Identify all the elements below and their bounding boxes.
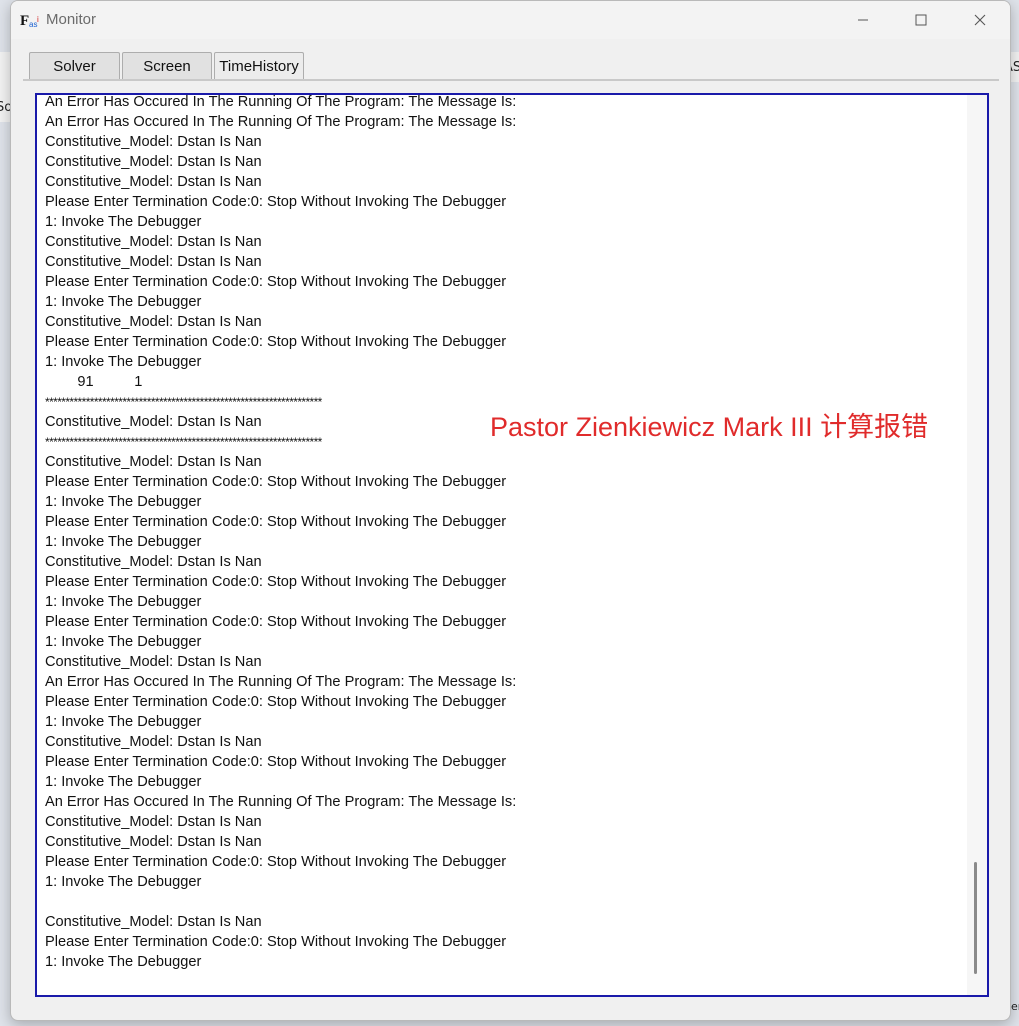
tab-timehistory[interactable]: TimeHistory	[214, 52, 304, 79]
console-line: An Error Has Occured In The Running Of T…	[45, 94, 517, 110]
console-line: Please Enter Termination Code:0: Stop Wi…	[45, 274, 507, 290]
console-line: 1: Invoke The Debugger	[45, 294, 202, 310]
console-line: 1: Invoke The Debugger	[45, 954, 202, 970]
console-lines: An Error Has Occured In The Running Of T…	[45, 94, 957, 972]
console-line: An Error Has Occured In The Running Of T…	[45, 674, 517, 690]
console-line: Please Enter Termination Code:0: Stop Wi…	[45, 694, 507, 710]
title-bar[interactable]: F as i Monitor	[11, 1, 1010, 39]
console-line: 1: Invoke The Debugger	[45, 494, 202, 510]
console-line: Constitutive_Model: Dstan Is Nan	[45, 234, 262, 250]
console-line: 1: Invoke The Debugger	[45, 594, 202, 610]
close-icon	[974, 14, 986, 26]
console-line: 1: Invoke The Debugger	[45, 354, 202, 370]
console-line: Please Enter Termination Code:0: Stop Wi…	[45, 614, 507, 630]
console-line: Please Enter Termination Code:0: Stop Wi…	[45, 334, 507, 350]
console-line: Please Enter Termination Code:0: Stop Wi…	[45, 854, 507, 870]
monitor-window: F as i Monitor Solver Screen TimeHistory…	[10, 0, 1011, 1021]
console-line: 1: Invoke The Debugger	[45, 534, 202, 550]
console-line: Constitutive_Model: Dstan Is Nan	[45, 814, 262, 830]
console-line: 1: Invoke The Debugger	[45, 874, 202, 890]
minimize-button[interactable]	[834, 1, 892, 39]
console-line: 1: Invoke The Debugger	[45, 774, 202, 790]
console-line: Please Enter Termination Code:0: Stop Wi…	[45, 754, 507, 770]
maximize-button[interactable]	[892, 1, 950, 39]
console-line: Constitutive_Model: Dstan Is Nan	[45, 654, 262, 670]
scrollbar-thumb[interactable]	[974, 862, 977, 974]
vertical-scrollbar[interactable]	[967, 95, 987, 995]
tab-solver[interactable]: Solver	[29, 52, 120, 79]
background-text-bottom-right: er	[1011, 1000, 1019, 1013]
console-line: Please Enter Termination Code:0: Stop Wi…	[45, 514, 507, 530]
error-annotation: Pastor Zienkiewicz Mark III 计算报错	[490, 412, 929, 442]
console-line: 1: Invoke The Debugger	[45, 634, 202, 650]
console-line: An Error Has Occured In The Running Of T…	[45, 794, 517, 810]
console-line: Constitutive_Model: Dstan Is Nan	[45, 154, 262, 170]
svg-text:F: F	[20, 13, 29, 29]
console-line: Constitutive_Model: Dstan Is Nan	[45, 254, 262, 270]
tab-screen[interactable]: Screen	[122, 52, 212, 79]
window-title: Monitor	[46, 11, 97, 28]
console-line: Constitutive_Model: Dstan Is Nan	[45, 454, 262, 470]
console-line: ****************************************…	[45, 395, 322, 409]
console-line: ****************************************…	[45, 435, 322, 449]
minimize-icon	[858, 19, 868, 21]
console-line: Constitutive_Model: Dstan Is Nan	[45, 314, 262, 330]
console-line: Constitutive_Model: Dstan Is Nan	[45, 174, 262, 190]
console-line: 1: Invoke The Debugger	[45, 214, 202, 230]
console-line: Please Enter Termination Code:0: Stop Wi…	[45, 934, 507, 950]
console-line: Constitutive_Model: Dstan Is Nan	[45, 914, 262, 930]
console-output-panel[interactable]: An Error Has Occured In The Running Of T…	[35, 93, 989, 997]
console-line: Please Enter Termination Code:0: Stop Wi…	[45, 474, 507, 490]
console-line: Constitutive_Model: Dstan Is Nan	[45, 834, 262, 850]
console-line: 91 1	[45, 374, 143, 390]
console-line: An Error Has Occured In The Running Of T…	[45, 114, 517, 130]
console-line: Constitutive_Model: Dstan Is Nan	[45, 734, 262, 750]
svg-text:i: i	[37, 15, 39, 24]
console-line: Constitutive_Model: Dstan Is Nan	[45, 134, 262, 150]
maximize-icon	[915, 14, 927, 26]
console-line: Please Enter Termination Code:0: Stop Wi…	[45, 574, 507, 590]
console-line: Constitutive_Model: Dstan Is Nan	[45, 554, 262, 570]
console-line: Please Enter Termination Code:0: Stop Wi…	[45, 194, 507, 210]
console-line: 1: Invoke The Debugger	[45, 714, 202, 730]
fasi-app-icon: F as i	[20, 13, 39, 29]
tab-divider	[23, 79, 999, 81]
close-button[interactable]	[951, 1, 1009, 39]
